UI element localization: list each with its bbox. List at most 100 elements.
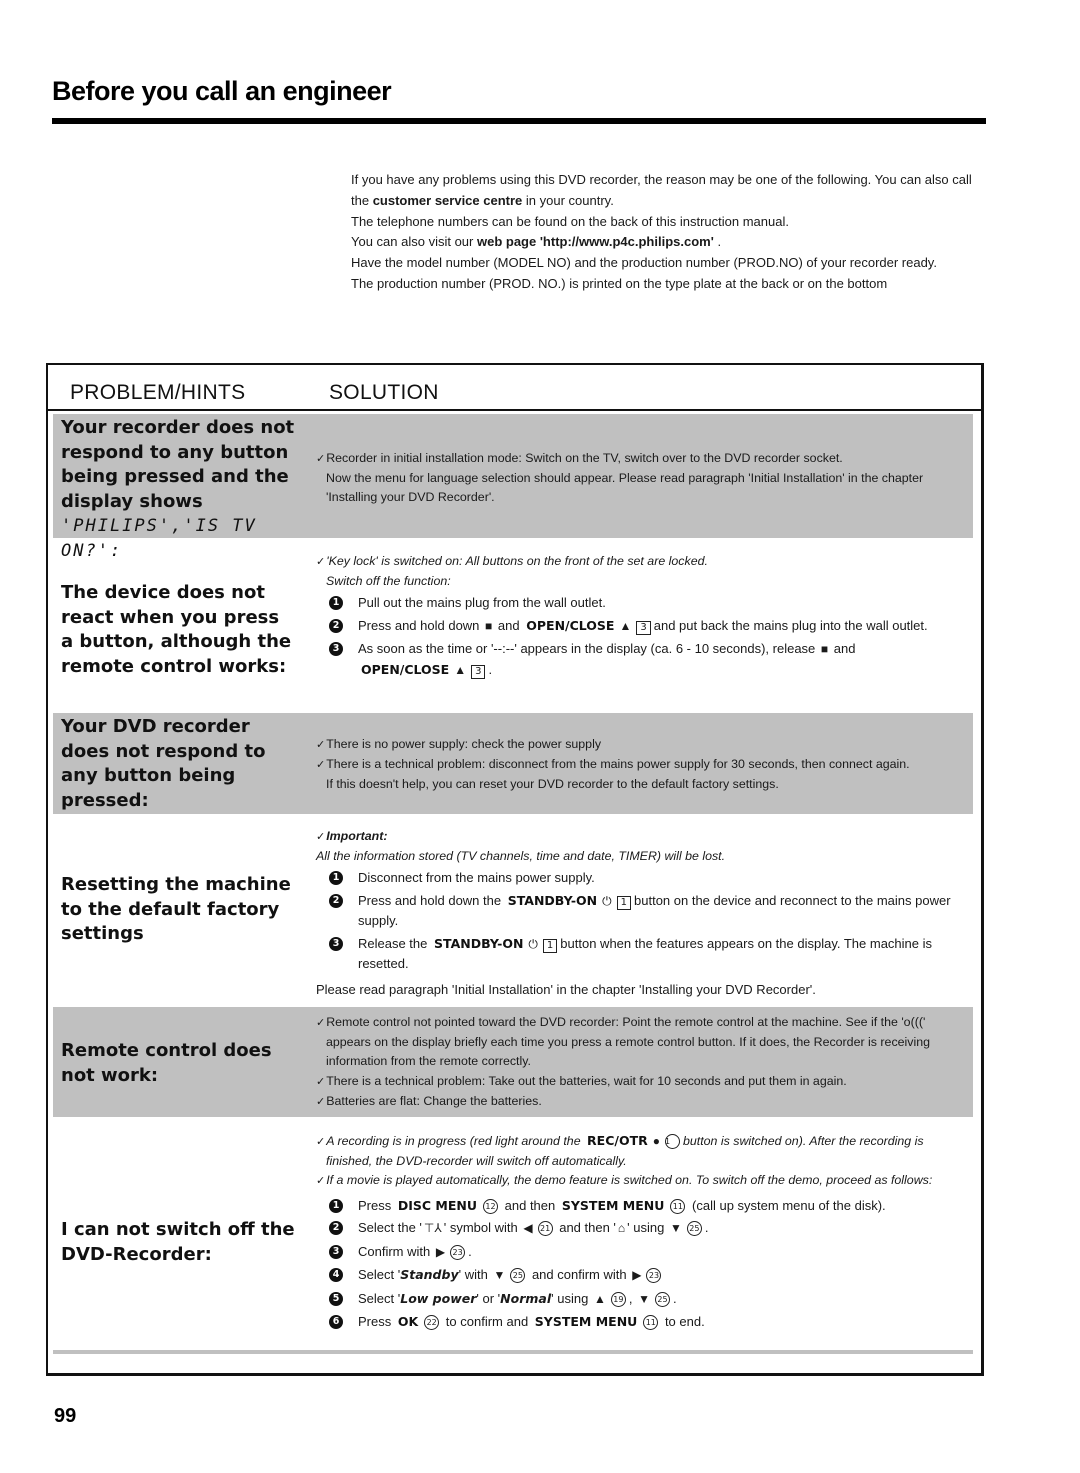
step-text: Select ' xyxy=(358,1290,401,1306)
solution-line-text: 'Key lock' is switched on: All buttons o… xyxy=(326,554,708,568)
key-number-circle: 12 xyxy=(483,1198,499,1214)
check-icon: ✓ xyxy=(316,739,326,751)
steps-list: 1 Press DISC MENU 12 and then SYSTEM MENU 1… xyxy=(329,1196,966,1332)
solution-line: If this doesn't help, you can reset your… xyxy=(326,777,779,792)
solution-line: All the information stored (TV channels,… xyxy=(316,849,726,864)
step-text: to end. xyxy=(664,1314,705,1330)
key-number-circle: 11 xyxy=(643,1315,659,1331)
web-page-link[interactable]: web page 'http://www.p4c.philips.com' xyxy=(477,234,714,249)
check-icon: ✓ xyxy=(316,1095,326,1108)
open-close-key: OPEN/CLOSE xyxy=(361,661,450,677)
ok-key: OK xyxy=(397,1314,419,1330)
solution-line: Switch off the function: xyxy=(326,574,451,589)
intro-paragraph: If you have any problems using this DVD … xyxy=(351,170,987,212)
solution-text: ✓There is no power supply: check the pow… xyxy=(316,735,976,795)
solution-line: ✓Recorder in initial installation mode: … xyxy=(316,449,976,469)
step-item: 5 Select 'Low power' or 'Normal' using ▲ 1… xyxy=(329,1289,966,1310)
customer-service-emphasis: customer service centre xyxy=(372,192,523,208)
key-number-circle: 23 xyxy=(646,1268,662,1284)
eject-icon: ▲ xyxy=(619,618,632,633)
step-text: . xyxy=(468,1243,472,1259)
intro-paragraph: The telephone numbers can be found on th… xyxy=(351,213,789,229)
solution-line: ✓A recording is in progress (red light a… xyxy=(316,1131,966,1171)
key-number-box: 3 xyxy=(636,620,651,635)
table-row: Your recorder does not respond to any bu… xyxy=(53,414,976,561)
solution-line-text: Batteries are flat: Change the batteries… xyxy=(326,1093,542,1108)
check-icon: ✓ xyxy=(316,1017,326,1029)
standby-on-key: STANDBY-ON xyxy=(507,892,598,908)
solution-line-text: There is no power supply: check the powe… xyxy=(326,737,602,751)
step-number-icon: 1 xyxy=(329,871,343,886)
step-text: , xyxy=(628,1290,633,1306)
step-text: Press xyxy=(358,1314,392,1330)
table-row: Resetting the machine to the default fac… xyxy=(53,819,973,1007)
check-icon: ✓ xyxy=(316,1175,326,1188)
step-text: Disconnect from the mains power supply. xyxy=(358,870,595,886)
step-text: Press and hold down the xyxy=(358,892,502,908)
check-icon: ✓ xyxy=(316,759,326,772)
step-item: 1 Pull out the mains plug from the wall o… xyxy=(329,593,976,613)
key-number-circle: 11 xyxy=(670,1198,686,1214)
step-text: and then xyxy=(504,1197,556,1213)
step-text: and then ' xyxy=(559,1220,616,1236)
key-number-box: 1 xyxy=(616,895,632,910)
page-number: 99 xyxy=(54,1405,77,1427)
step-text: . xyxy=(488,661,493,677)
system-menu-key: SYSTEM MENU xyxy=(561,1197,665,1213)
intro-paragraph: You can also visit our web page 'http://… xyxy=(351,232,987,253)
step-text: Press and hold down xyxy=(358,617,480,633)
arrow-left-icon: ◀ xyxy=(523,1221,533,1236)
page-title: Before you call an engineer xyxy=(52,76,392,106)
step-text: Press xyxy=(358,1197,392,1213)
solution-line: ✓Important: xyxy=(316,827,976,847)
solution-line: ✓'Key lock' is switched on: All buttons … xyxy=(316,552,976,572)
check-icon: ✓ xyxy=(316,1075,326,1088)
power-icon: ⏻ xyxy=(528,936,538,951)
intro-text-span: You can also visit our xyxy=(351,234,477,250)
important-label: Important: xyxy=(326,829,388,843)
arrow-down-icon: ▼ xyxy=(669,1221,682,1236)
record-dot-icon: ● xyxy=(652,1134,660,1148)
check-icon: ✓ xyxy=(316,556,326,568)
solution-line: ✓Batteries are flat: Change the batterie… xyxy=(316,1092,941,1112)
intro-text-span: in your country. xyxy=(522,192,614,208)
problem-label: The device does not react when you press… xyxy=(61,582,292,677)
step-number-icon: 1 xyxy=(329,596,343,611)
step-text: ' or ' xyxy=(476,1290,501,1306)
step-number-icon: 6 xyxy=(329,1315,343,1330)
standby-on-key: STANDBY-ON xyxy=(434,935,524,951)
step-text: Pull out the mains plug from the wall ou… xyxy=(358,595,606,611)
troubleshooting-table: PROBLEM/HINTS SOLUTION Your recorder doe… xyxy=(46,363,984,1376)
stop-icon: ■ xyxy=(485,618,493,633)
solution-text: ✓Remote control not pointed toward the D… xyxy=(316,1013,941,1112)
solution-line-text: A recording is in progress (red light ar… xyxy=(326,1134,581,1148)
step-text: ' using xyxy=(627,1220,665,1236)
arrow-right-icon: ▶ xyxy=(435,1244,446,1259)
solution-line-text: Recorder in initial installation mode: S… xyxy=(326,451,843,465)
solution-line: ✓There is a technical problem: Take out … xyxy=(316,1072,941,1092)
disc-menu-key: DISC MENU xyxy=(397,1197,478,1213)
eject-icon: ▲ xyxy=(454,662,467,677)
table-bottom-bar xyxy=(53,1350,973,1354)
step-text: . xyxy=(704,1220,709,1236)
check-icon: ✓ xyxy=(316,831,326,843)
steps-list: 1 Disconnect from the mains power supply.… xyxy=(329,868,976,974)
rec-otr-key: REC/OTR xyxy=(587,1133,648,1148)
step-number-icon: 2 xyxy=(329,893,343,908)
step-number-icon: 5 xyxy=(329,1291,343,1306)
title-rule xyxy=(52,118,986,124)
step-number-icon: 3 xyxy=(329,642,343,657)
step-item: 1 Press DISC MENU 12 and then SYSTEM MENU 1… xyxy=(329,1196,966,1216)
arrow-down-icon: ▼ xyxy=(493,1268,506,1283)
step-text: Select the ' xyxy=(358,1220,422,1236)
stop-icon: ■ xyxy=(820,642,829,657)
step-text: . xyxy=(672,1290,677,1306)
settings-symbol-icon: ⊤⅄ xyxy=(423,1221,442,1236)
intro-paragraph: The production number (PROD. NO.) is pri… xyxy=(351,275,888,291)
check-icon: ✓ xyxy=(316,1136,326,1148)
intro-text: If you have any problems using this DVD … xyxy=(351,170,987,295)
open-close-key: OPEN/CLOSE xyxy=(526,617,615,633)
step-number-icon: 4 xyxy=(329,1268,343,1283)
solution-line: ✓Remote control not pointed toward the D… xyxy=(316,1013,941,1072)
step-text: ' using xyxy=(551,1290,589,1306)
